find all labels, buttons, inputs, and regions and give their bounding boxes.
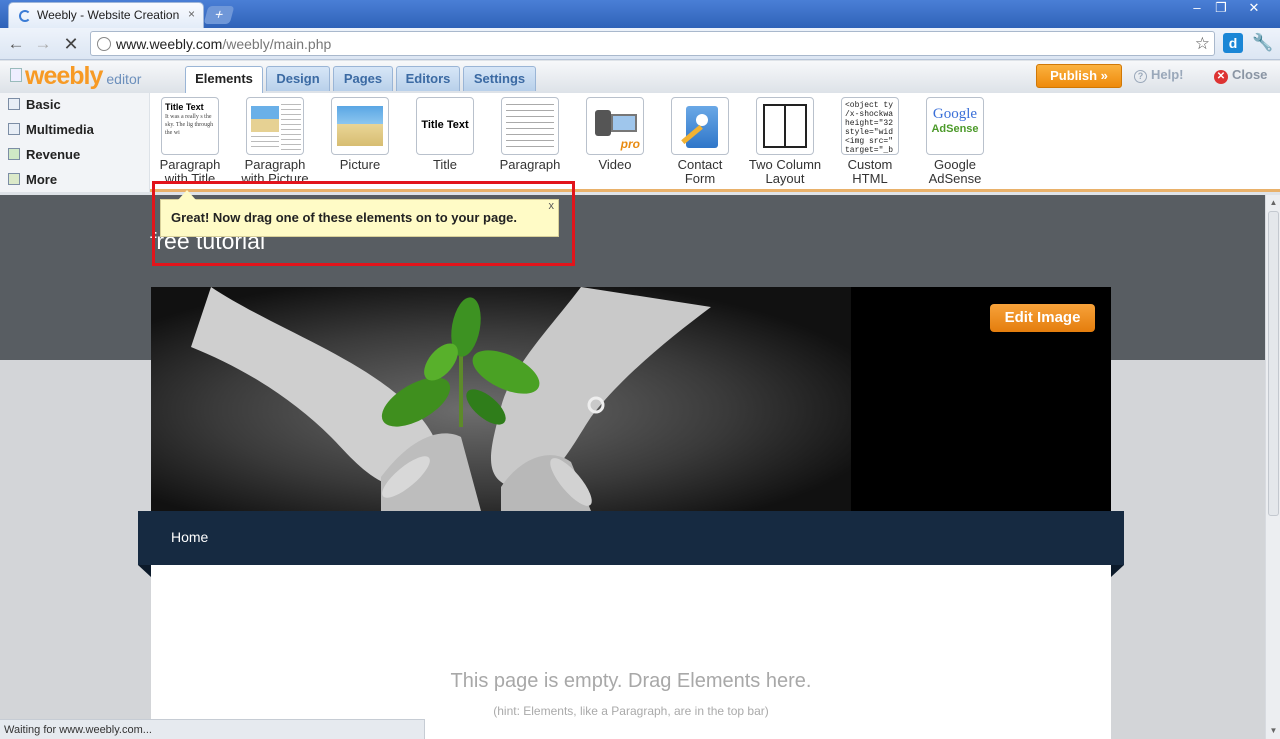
window-close-button[interactable]: ✕ (1236, 0, 1272, 18)
new-tab-button[interactable]: + (203, 6, 235, 24)
paragraph-with-title-icon: Title Text It was a really s the sky. Th… (161, 97, 219, 155)
category-more[interactable]: More (8, 172, 57, 187)
more-icon (8, 173, 20, 185)
restore-button[interactable]: ❐ (1208, 0, 1234, 18)
header-image[interactable] (151, 287, 1111, 511)
tab-design[interactable]: Design (266, 66, 330, 91)
address-bar[interactable]: www.weebly.com/weebly/main.php ☆ (90, 31, 1215, 56)
edit-image-button[interactable]: Edit Image (990, 304, 1095, 332)
tab-editors[interactable]: Editors (396, 66, 460, 91)
extension-icon[interactable]: d (1223, 33, 1243, 53)
paragraph-with-picture-icon (246, 97, 304, 155)
element-google-adsense[interactable]: Google AdSense Google AdSense (912, 95, 998, 186)
element-label: Video (598, 157, 632, 172)
element-label: Picture (339, 157, 381, 172)
empty-page-hint: (hint: Elements, like a Paragraph, are i… (493, 704, 769, 718)
tooltip-close-icon[interactable]: x (549, 200, 555, 212)
scroll-down-arrow-icon[interactable]: ▼ (1268, 725, 1279, 737)
category-revenue[interactable]: Revenue (8, 147, 80, 162)
element-video[interactable]: pro Video (572, 95, 658, 172)
vertical-scrollbar[interactable]: ▲ ▼ (1265, 195, 1280, 739)
wrench-icon[interactable]: 🔧 (1252, 33, 1273, 53)
element-label: Custom HTML (847, 157, 893, 186)
element-label: Google AdSense (928, 157, 982, 186)
element-paragraph-with-title[interactable]: Title Text It was a really s the sky. Th… (147, 95, 233, 186)
paragraph-icon (501, 97, 559, 155)
site-navigation (138, 511, 1124, 577)
loading-spinner-icon (19, 10, 31, 22)
element-label: Title (432, 157, 458, 172)
element-picture[interactable]: Picture (317, 95, 403, 172)
hands-seedling-illustration (151, 287, 1111, 511)
nav-item-home[interactable]: Home (171, 529, 208, 545)
element-label: Paragraph (499, 157, 561, 172)
drag-hint-tooltip: Great! Now drag one of these elements on… (160, 190, 559, 237)
browser-toolbar: ← → ✕ www.weebly.com/weebly/main.php ☆ d… (0, 28, 1280, 60)
tooltip-text: Great! Now drag one of these elements on… (171, 210, 517, 225)
element-two-column-layout[interactable]: Two Column Layout (742, 95, 828, 186)
tab-title: Weebly - Website Creation Ma (37, 8, 182, 22)
category-basic[interactable]: Basic (8, 97, 61, 112)
basic-icon (8, 98, 20, 110)
close-editor-link[interactable]: ✕ Close (1214, 67, 1267, 84)
picture-icon (331, 97, 389, 155)
stop-icon[interactable]: ✕ (61, 34, 81, 54)
contact-form-icon (671, 97, 729, 155)
empty-page-message: This page is empty. Drag Elements here. (450, 670, 812, 692)
forward-arrow-icon[interactable]: → (33, 34, 53, 54)
back-arrow-icon[interactable]: ← (6, 34, 26, 54)
scrollbar-thumb[interactable] (1268, 211, 1279, 516)
tab-settings[interactable]: Settings (463, 66, 536, 91)
tab-elements[interactable]: Elements (185, 66, 263, 93)
nav-fold-left (138, 565, 151, 577)
title-icon: Title Text (416, 97, 474, 155)
revenue-icon (8, 148, 20, 160)
globe-icon (97, 37, 111, 51)
element-label: Two Column Layout (748, 157, 822, 186)
element-custom-html[interactable]: <object ty /x-shockwa height="32 style="… (827, 95, 913, 186)
custom-html-icon: <object ty /x-shockwa height="32 style="… (841, 97, 899, 155)
scroll-up-arrow-icon[interactable]: ▲ (1268, 197, 1279, 209)
bookmark-star-icon[interactable]: ☆ (1195, 34, 1210, 54)
multimedia-icon (8, 123, 20, 135)
element-paragraph-with-picture[interactable]: Paragraph with Picture (232, 95, 318, 186)
weebly-logo: weebly editor (10, 62, 141, 91)
publish-button[interactable]: Publish » (1036, 64, 1122, 88)
close-icon: ✕ (1214, 70, 1228, 84)
category-multimedia[interactable]: Multimedia (8, 122, 94, 137)
video-icon: pro (586, 97, 644, 155)
tab-close-icon[interactable]: × (188, 7, 195, 21)
browser-tab[interactable]: Weebly - Website Creation Ma × (8, 2, 204, 28)
status-bar: Waiting for www.weebly.com... (0, 719, 425, 739)
logo-page-icon (10, 68, 22, 82)
element-paragraph[interactable]: Paragraph (487, 95, 573, 172)
two-column-icon (756, 97, 814, 155)
tooltip-arrow (178, 190, 196, 200)
element-contact-form[interactable]: Contact Form (657, 95, 743, 186)
minimize-button[interactable]: – (1184, 0, 1210, 18)
tab-pages[interactable]: Pages (333, 66, 393, 91)
element-title[interactable]: Title Text Title (402, 95, 488, 172)
url-text: www.weebly.com/weebly/main.php (116, 36, 332, 52)
nav-fold-right (1111, 565, 1124, 577)
help-icon: ? (1134, 70, 1147, 83)
element-label: Contact Form (677, 157, 723, 186)
adsense-icon: Google AdSense (926, 97, 984, 155)
help-link[interactable]: ? Help! (1134, 67, 1184, 83)
